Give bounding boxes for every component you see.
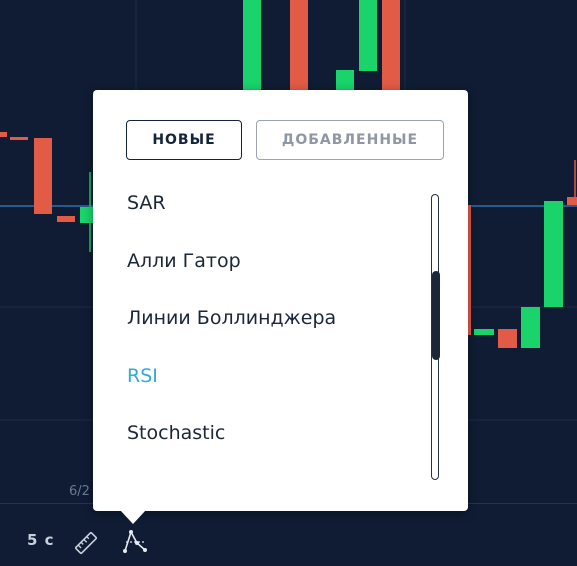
candle — [0, 132, 7, 137]
candle — [290, 0, 308, 90]
scrollbar-thumb[interactable] — [432, 271, 440, 360]
candle — [382, 0, 400, 90]
candle — [243, 0, 261, 90]
indicator-list: SAR Алли Гатор Линии Боллинджера RSI Sto… — [127, 188, 417, 476]
candle — [57, 216, 75, 222]
candle — [468, 205, 471, 335]
candle — [474, 329, 494, 335]
candle — [498, 329, 517, 348]
indicator-item-alligator[interactable]: Алли Гатор — [127, 246, 417, 304]
indicator-item-sar[interactable]: SAR — [127, 188, 417, 246]
date-axis-label: 6/2 — [69, 484, 90, 499]
tab-added[interactable]: ДОБАВЛЕННЫЕ — [256, 120, 444, 160]
popup-pointer — [120, 510, 146, 524]
indicators-icon[interactable] — [122, 529, 148, 559]
candle — [359, 0, 377, 71]
candle — [336, 70, 354, 90]
timeframe-button[interactable]: 5 c — [27, 531, 55, 549]
candle — [544, 201, 563, 307]
candle — [34, 138, 52, 214]
candle — [80, 207, 94, 223]
indicator-item-rsi[interactable]: RSI — [127, 361, 417, 419]
candle — [10, 137, 28, 140]
tab-new[interactable]: НОВЫЕ — [126, 120, 242, 160]
candle — [521, 307, 540, 348]
indicator-item-stochastic[interactable]: Stochastic — [127, 418, 417, 476]
bottom-toolbar: 5 c — [0, 503, 577, 566]
indicators-popup: НОВЫЕ ДОБАВЛЕННЫЕ SAR Алли Гатор Линии Б… — [93, 90, 468, 524]
indicator-item-bollinger[interactable]: Линии Боллинджера — [127, 303, 417, 361]
ruler-icon[interactable] — [73, 530, 99, 560]
